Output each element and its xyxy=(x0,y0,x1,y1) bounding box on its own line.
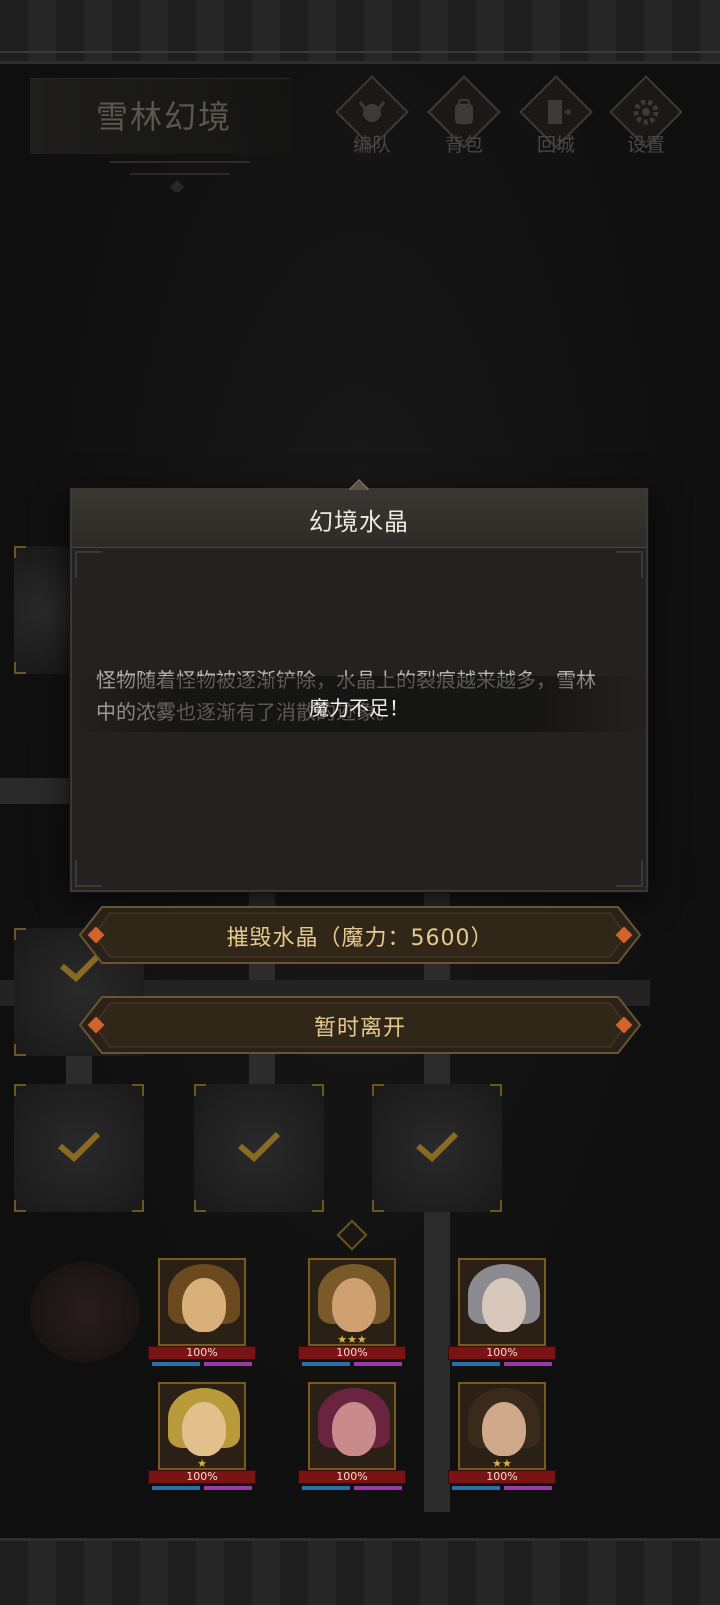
mana-bar-blue xyxy=(302,1486,350,1490)
star-rating: ★★ xyxy=(492,1457,512,1470)
star-rating: ★ xyxy=(197,1457,207,1470)
mana-bar-purple xyxy=(504,1486,552,1490)
mana-bar-purple xyxy=(354,1486,402,1490)
formation-button[interactable]: 编队 xyxy=(332,75,412,160)
hero-portrait xyxy=(458,1258,546,1346)
corner-ornament xyxy=(616,551,643,578)
title-ornament xyxy=(110,161,250,192)
leave-button[interactable]: 暂时离开 xyxy=(76,993,644,1057)
mana-bar-blue xyxy=(152,1362,200,1366)
corridor xyxy=(0,778,70,804)
formation-label: 编队 xyxy=(352,134,391,156)
check-icon xyxy=(416,1131,459,1163)
toast-message: 魔力不足！ xyxy=(309,696,409,720)
corner-ornament xyxy=(75,860,102,887)
hp-percent: 100% xyxy=(336,1346,368,1359)
skull-helmet-icon xyxy=(358,101,386,122)
mana-bar-blue xyxy=(452,1486,500,1490)
mana-bar-blue xyxy=(152,1486,200,1490)
leave-label: 暂时离开 xyxy=(313,1016,406,1041)
gear-icon xyxy=(633,99,659,125)
check-icon xyxy=(58,1131,101,1163)
boss-silhouette xyxy=(30,1262,140,1362)
hp-percent: 100% xyxy=(186,1470,218,1483)
bottom-ornament-border xyxy=(0,1538,720,1605)
mana-bar-purple xyxy=(354,1362,402,1366)
dialog-header: 幻境水晶 xyxy=(72,490,646,548)
hero-portrait xyxy=(158,1258,246,1346)
star-rating: ★★★ xyxy=(337,1333,367,1346)
hp-percent: 100% xyxy=(486,1346,518,1359)
hp-percent: 100% xyxy=(486,1470,518,1483)
mana-bar-purple xyxy=(204,1486,252,1490)
hero-portrait xyxy=(308,1382,396,1470)
backpack-label: 背包 xyxy=(444,134,483,156)
page-title: 雪林幻境 xyxy=(96,98,233,136)
map-room[interactable] xyxy=(14,1084,144,1212)
settings-button[interactable]: 设置 xyxy=(606,75,686,160)
hero-slot[interactable]: ★ 100% xyxy=(148,1382,256,1496)
hp-percent: 100% xyxy=(336,1470,368,1483)
hero-slot[interactable]: ★★★ 100% xyxy=(298,1258,406,1372)
map-room[interactable] xyxy=(194,1084,324,1212)
hp-percent: 100% xyxy=(186,1346,218,1359)
mana-bar-blue xyxy=(452,1362,500,1366)
hero-slot[interactable]: ★★ 100% xyxy=(448,1382,556,1496)
destroy-crystal-button[interactable]: 摧毁水晶（魔力：5600） xyxy=(76,903,644,967)
mana-bar-purple xyxy=(204,1362,252,1366)
top-ornament-border xyxy=(0,0,720,64)
mana-bar-purple xyxy=(504,1362,552,1366)
door-return-icon xyxy=(548,100,572,124)
corner-ornament xyxy=(616,860,643,887)
backpack-icon xyxy=(455,99,473,124)
dialog-title: 幻境水晶 xyxy=(309,508,409,536)
hero-slot[interactable]: 100% xyxy=(148,1258,256,1372)
mana-bar-blue xyxy=(302,1362,350,1366)
return-city-button[interactable]: 回城 xyxy=(516,75,596,160)
hero-slot[interactable]: 100% xyxy=(298,1382,406,1496)
destroy-crystal-label: 摧毁水晶（魔力：5600） xyxy=(226,926,494,951)
check-icon xyxy=(238,1131,281,1163)
backpack-button[interactable]: 背包 xyxy=(424,75,504,160)
hero-slot[interactable]: 100% xyxy=(448,1258,556,1372)
map-room[interactable] xyxy=(372,1084,502,1212)
settings-label: 设置 xyxy=(626,134,665,156)
return-city-label: 回城 xyxy=(536,134,575,156)
corner-ornament xyxy=(75,551,102,578)
map-room[interactable] xyxy=(14,546,74,674)
